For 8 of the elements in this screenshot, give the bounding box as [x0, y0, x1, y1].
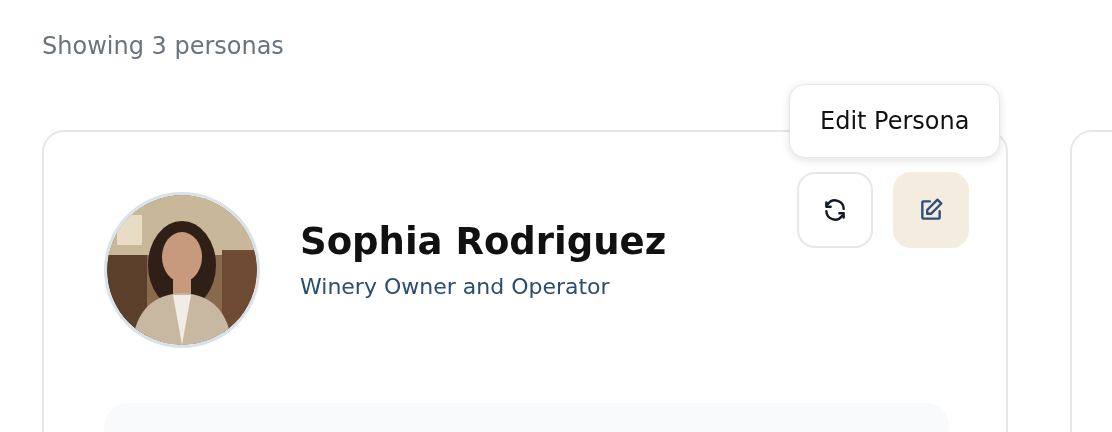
- refresh-button[interactable]: [797, 172, 873, 248]
- persona-role: Winery Owner and Operator: [300, 274, 611, 299]
- refresh-icon: [822, 197, 848, 223]
- edit-icon: [918, 197, 944, 223]
- persona-name: Sophia Rodriguez: [300, 220, 668, 264]
- tooltip: Edit Persona: [789, 84, 1001, 158]
- results-count: Showing 3 personas: [42, 31, 285, 62]
- edit-button[interactable]: [893, 172, 969, 248]
